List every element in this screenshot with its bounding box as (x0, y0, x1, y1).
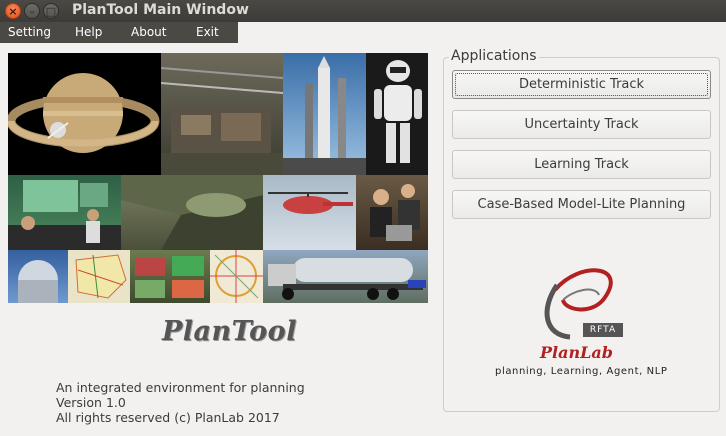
rfta-badge: RFTA (583, 323, 623, 337)
deterministic-track-button[interactable]: Deterministic Track (452, 70, 711, 99)
rocket-launch-photo (283, 53, 366, 175)
applications-group-title: Applications (449, 48, 539, 64)
control-room-photo (8, 175, 121, 250)
tanker-truck-photo (263, 250, 428, 303)
learning-track-button[interactable]: Learning Track (452, 150, 711, 179)
saturn-photo (8, 53, 161, 175)
app-version: Version 1.0 (56, 395, 126, 410)
minimize-window-icon[interactable]: – (24, 3, 40, 19)
app-description: An integrated environment for planning (56, 380, 305, 395)
planlab-tagline: planning, Learning, Agent, NLP (495, 366, 668, 377)
menu-setting[interactable]: Setting (8, 25, 51, 39)
office-meeting-photo (356, 175, 428, 250)
planning-applications-collage (8, 53, 428, 303)
app-copyright: All rights reserved (c) PlanLab 2017 (56, 410, 280, 425)
window-title: PlanTool Main Window (72, 2, 249, 18)
planlab-name: PlanLab (540, 343, 613, 362)
case-based-planning-button[interactable]: Case-Based Model-Lite Planning (452, 190, 711, 219)
menu-exit[interactable]: Exit (196, 25, 219, 39)
factory-photo (161, 53, 283, 175)
rescue-helicopter-photo (263, 175, 356, 250)
close-window-icon[interactable]: × (5, 3, 21, 19)
road-map-photo (68, 250, 130, 303)
maximize-window-icon[interactable]: □ (43, 3, 59, 19)
observatory-photo (8, 250, 68, 303)
city-map-photo (210, 250, 263, 303)
humanoid-robot-photo (366, 53, 428, 175)
menu-help[interactable]: Help (75, 25, 102, 39)
menu-about[interactable]: About (131, 25, 166, 39)
uncertainty-track-button[interactable]: Uncertainty Track (452, 110, 711, 139)
menu-bar: Setting Help About Exit (0, 22, 238, 43)
plantool-logo: PlanTool (162, 316, 297, 347)
helicopter-cabin-photo (121, 175, 263, 250)
title-bar: × – □ PlanTool Main Window (0, 0, 726, 22)
vehicles-photo (130, 250, 210, 303)
